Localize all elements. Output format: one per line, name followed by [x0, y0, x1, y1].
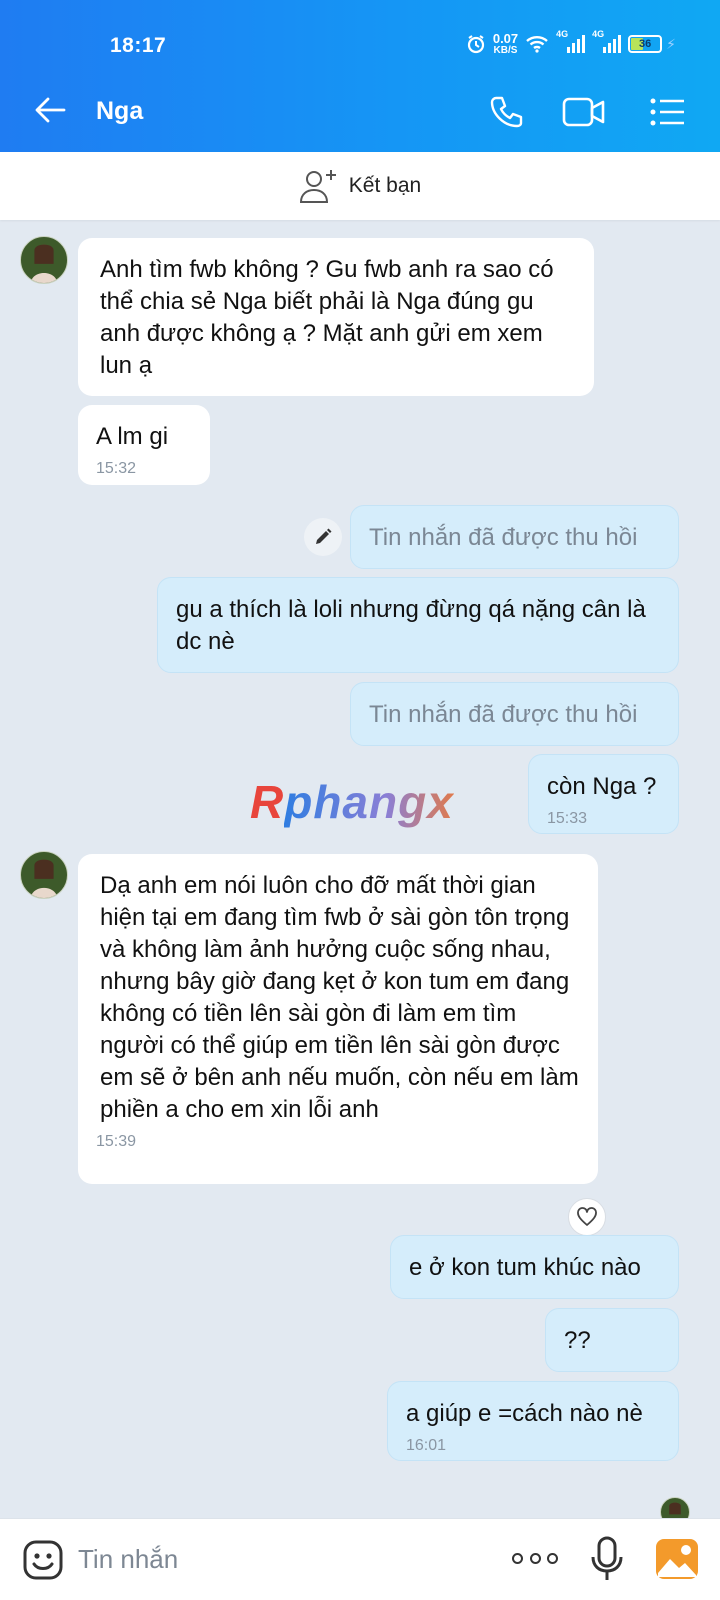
message-text: ??	[564, 1327, 591, 1354]
message-input[interactable]	[78, 1539, 478, 1579]
title-bar: Nga	[0, 70, 720, 152]
chat-header: 18:17 0.07 KB/S 4G 4G 36 ⚡ Nga	[0, 0, 720, 152]
message-text: Tin nhắn đã được thu hồi	[369, 524, 638, 551]
alarm-icon	[467, 35, 484, 54]
heart-icon	[577, 1207, 597, 1226]
message-text: gu a thích là loli nhưng đừng qá nặng câ…	[176, 596, 646, 655]
pencil-icon	[316, 528, 332, 544]
wifi-icon	[526, 36, 548, 53]
back-arrow-icon	[35, 97, 66, 123]
charging-bolt-icon: ⚡	[666, 35, 676, 52]
signal-2-icon: 4G	[592, 29, 622, 53]
signal-1-label: 4G	[556, 29, 569, 39]
edit-message-button[interactable]	[304, 518, 342, 556]
add-friend-icon	[299, 170, 336, 203]
message-bubble-incoming[interactable]: Dạ anh em nói luôn cho đỡ mất thời gian …	[78, 854, 598, 1184]
status-time: 18:17	[110, 34, 167, 57]
add-friend-button[interactable]: Kết bạn	[0, 152, 720, 220]
message-time: 16:01	[406, 1437, 447, 1454]
message-composer	[0, 1518, 720, 1600]
net-speed: 0.07 KB/S	[493, 32, 518, 56]
message-time: 15:39	[96, 1133, 137, 1150]
signal-2-label: 4G	[592, 29, 605, 39]
add-friend-label: Kết bạn	[348, 174, 422, 197]
battery-level: 36	[639, 38, 652, 50]
video-call-button[interactable]	[562, 90, 606, 134]
status-icons: 0.07 KB/S 4G 4G 36 ⚡	[466, 29, 676, 56]
message-text: Anh tìm fwb không ? Gu fwb anh ra sao có…	[100, 256, 554, 379]
dot-icon	[512, 1552, 523, 1564]
contact-avatar[interactable]	[20, 236, 68, 284]
recalled-message-bubble[interactable]: Tin nhắn đã được thu hồi	[350, 505, 679, 569]
message-text: Tin nhắn đã được thu hồi	[369, 701, 638, 728]
video-call-icon	[562, 97, 605, 127]
more-options-button[interactable]	[512, 1543, 558, 1573]
message-bubble-incoming[interactable]: A lm gi 15:32	[78, 405, 210, 485]
contact-avatar[interactable]	[20, 851, 68, 899]
message-bubble-outgoing[interactable]: gu a thích là loli nhưng đừng qá nặng câ…	[157, 577, 679, 673]
message-bubble-outgoing[interactable]: e ở kon tum khúc nào	[390, 1235, 679, 1299]
message-text: còn Nga ?	[547, 773, 657, 800]
microphone-icon[interactable]	[588, 1535, 626, 1583]
message-time: 15:33	[547, 810, 588, 827]
dot-icon	[547, 1552, 558, 1564]
phone-icon	[490, 96, 523, 128]
message-bubble-incoming[interactable]: Anh tìm fwb không ? Gu fwb anh ra sao có…	[78, 238, 594, 396]
dot-icon	[529, 1552, 541, 1564]
signal-1-icon: 4G	[556, 29, 586, 53]
message-text: e ở kon tum khúc nào	[409, 1254, 641, 1281]
status-bar: 18:17 0.07 KB/S 4G 4G 36 ⚡	[0, 0, 720, 70]
react-button[interactable]	[568, 1198, 606, 1236]
message-bubble-outgoing[interactable]: ??	[545, 1308, 679, 1372]
voice-call-button[interactable]	[484, 90, 528, 134]
chat-options-button[interactable]	[646, 90, 690, 134]
message-bubble-outgoing[interactable]: còn Nga ? 15:33	[528, 754, 679, 834]
menu-list-icon	[650, 98, 684, 126]
back-button[interactable]	[30, 90, 70, 130]
message-text: A lm gi	[96, 423, 169, 450]
net-speed-unit: KB/S	[493, 45, 518, 56]
watermark-logo: Rphangx	[250, 776, 454, 828]
gallery-image-icon[interactable]	[654, 1537, 700, 1581]
message-text: a giúp e =cách nào nè	[406, 1400, 643, 1427]
message-bubble-outgoing[interactable]: a giúp e =cách nào nè 16:01	[387, 1381, 679, 1461]
recalled-message-bubble[interactable]: Tin nhắn đã được thu hồi	[350, 682, 679, 746]
emoji-sticker-icon[interactable]	[22, 1539, 64, 1581]
message-text: Dạ anh em nói luôn cho đỡ mất thời gian …	[100, 872, 579, 1123]
message-time: 15:32	[96, 460, 137, 477]
net-speed-value: 0.07	[492, 31, 519, 46]
contact-name[interactable]: Nga	[96, 97, 143, 126]
battery-icon: 36	[628, 35, 663, 53]
